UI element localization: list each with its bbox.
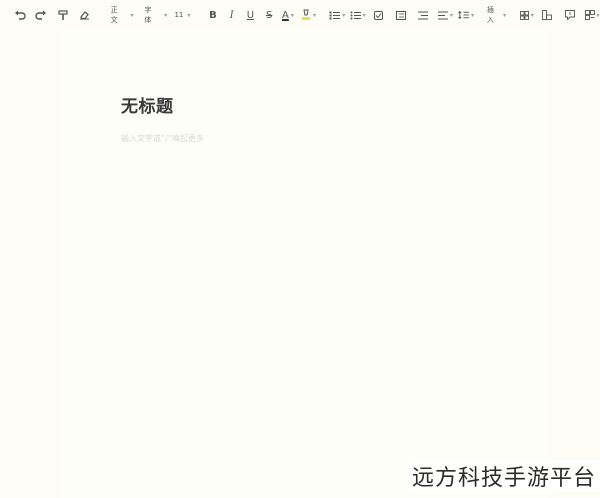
format-painter-icon bbox=[58, 9, 68, 20]
font-size-value: 11 bbox=[174, 11, 184, 19]
italic-icon: I bbox=[229, 9, 234, 21]
chevron-down-icon: ▾ bbox=[596, 11, 600, 19]
chevron-down-icon: ▾ bbox=[502, 11, 506, 19]
chevron-down-icon: ▾ bbox=[362, 11, 366, 19]
format-painter-button[interactable] bbox=[55, 5, 71, 25]
numbered-list-icon bbox=[329, 11, 341, 19]
eraser-icon bbox=[79, 11, 89, 20]
align-button[interactable]: ▾ bbox=[437, 5, 453, 25]
font-family-dropdown[interactable]: 字体 ▾ bbox=[144, 5, 167, 25]
chevron-down-icon: ▾ bbox=[342, 11, 346, 19]
paragraph-style-value: 正文 bbox=[110, 6, 118, 24]
strikethrough-icon: S bbox=[265, 9, 273, 21]
clear-format-button[interactable] bbox=[76, 5, 92, 25]
bold-button[interactable]: B bbox=[205, 5, 221, 25]
chevron-down-icon: ▾ bbox=[187, 11, 191, 19]
checkbox-icon bbox=[373, 10, 383, 20]
font-color-button[interactable]: A ▾ bbox=[280, 5, 296, 25]
highlight-button[interactable]: ▾ bbox=[300, 5, 316, 25]
align-left-icon bbox=[437, 11, 448, 19]
paragraph-style-dropdown[interactable]: 正文 ▾ bbox=[111, 5, 134, 25]
font-color-icon: A bbox=[281, 9, 289, 21]
line-height-button[interactable]: ▾ bbox=[458, 5, 474, 25]
redo-icon bbox=[35, 10, 47, 20]
chevron-down-icon: ▾ bbox=[164, 11, 168, 19]
toolbar: 正文 ▾ 字体 ▾ 11 ▾ B I U S A ▾ ▾ ▾ ▾ ▾ ▾ 插入 … bbox=[0, 0, 600, 30]
editor-app: 正文 ▾ 字体 ▾ 11 ▾ B I U S A ▾ ▾ ▾ ▾ ▾ ▾ 插入 … bbox=[0, 0, 600, 498]
chevron-down-icon: ▾ bbox=[449, 11, 453, 19]
font-size-dropdown[interactable]: 11 ▾ bbox=[174, 5, 190, 25]
chevron-down-icon: ▾ bbox=[471, 11, 475, 19]
font-family-value: 字体 bbox=[144, 6, 152, 24]
outdent-icon bbox=[395, 10, 406, 20]
layout-icon bbox=[542, 10, 553, 20]
underline-icon: U bbox=[246, 9, 255, 21]
comment-icon bbox=[564, 10, 575, 20]
chevron-down-icon: ▾ bbox=[312, 11, 316, 19]
numbered-list-button[interactable]: ▾ bbox=[329, 5, 345, 25]
chevron-down-icon: ▾ bbox=[290, 11, 294, 19]
insert-label: 插入 bbox=[486, 6, 494, 24]
italic-button[interactable]: I bbox=[224, 5, 240, 25]
strikethrough-button[interactable]: S bbox=[261, 5, 277, 25]
watermark-text: 远方科技手游平台 bbox=[407, 460, 600, 492]
indent-increase-button[interactable] bbox=[415, 5, 431, 25]
document-body-input[interactable]: 输入文字或“/”唤起更多 bbox=[121, 133, 204, 144]
comment-button[interactable] bbox=[562, 5, 578, 25]
grid-tools-icon bbox=[584, 10, 595, 20]
table-button[interactable]: ▾ bbox=[519, 5, 535, 25]
highlighter-icon bbox=[301, 9, 310, 20]
more-tools-button[interactable]: ▾ bbox=[584, 5, 600, 25]
chevron-down-icon: ▾ bbox=[130, 11, 134, 19]
insert-dropdown[interactable]: 插入 ▾ bbox=[487, 5, 506, 25]
indent-icon bbox=[418, 11, 429, 19]
bullet-list-icon bbox=[350, 11, 361, 19]
checklist-button[interactable] bbox=[370, 5, 386, 25]
layout-button[interactable] bbox=[539, 5, 555, 25]
undo-button[interactable] bbox=[12, 5, 28, 25]
bold-icon: B bbox=[209, 9, 217, 21]
underline-button[interactable]: U bbox=[242, 5, 258, 25]
redo-button[interactable] bbox=[33, 5, 49, 25]
line-height-icon bbox=[458, 10, 470, 20]
undo-icon bbox=[15, 10, 26, 20]
document-title[interactable]: 无标题 bbox=[121, 92, 174, 117]
indent-decrease-button[interactable] bbox=[393, 5, 409, 25]
chevron-down-icon: ▾ bbox=[530, 11, 534, 19]
table-icon bbox=[519, 10, 529, 20]
bullet-list-button[interactable]: ▾ bbox=[350, 5, 366, 25]
